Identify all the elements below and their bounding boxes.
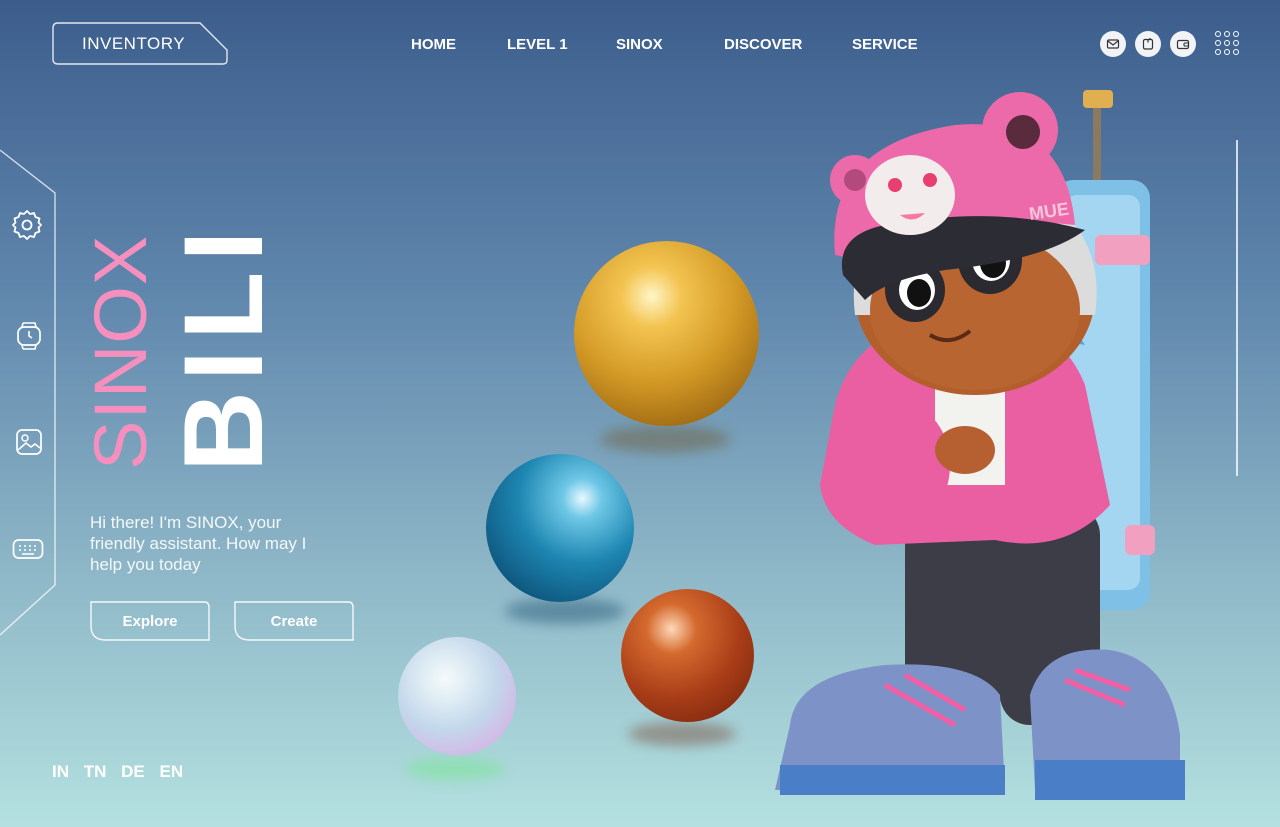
create-label: Create — [270, 613, 318, 630]
lang-tn[interactable]: TN — [84, 762, 107, 781]
pearl-sphere — [398, 637, 516, 755]
settings-icon[interactable] — [10, 208, 44, 247]
keyboard-icon[interactable] — [12, 537, 44, 566]
character-illustration: MUE — [765, 85, 1195, 810]
mail-icon[interactable] — [1100, 31, 1126, 57]
nav-discover[interactable]: DISCOVER — [724, 36, 802, 53]
sphere-shadow — [505, 598, 625, 624]
nav-level-1[interactable]: LEVEL 1 — [507, 36, 568, 53]
create-button[interactable]: Create — [234, 601, 354, 641]
explore-label: Explore — [122, 613, 178, 630]
language-switcher: IN TN DE EN — [52, 762, 193, 782]
scroll-indicator[interactable] — [1236, 140, 1238, 476]
calendar-icon[interactable] — [1135, 31, 1161, 57]
sphere-shadow — [600, 425, 730, 453]
intro-text: Hi there! I'm SINOX, your friendly assis… — [90, 513, 307, 574]
lang-in[interactable]: IN — [52, 762, 69, 781]
sphere-shadow — [628, 722, 736, 746]
blue-sphere — [486, 454, 634, 602]
gold-sphere — [574, 241, 759, 426]
watch-icon[interactable] — [15, 319, 43, 358]
wallet-icon[interactable] — [1170, 31, 1196, 57]
nav-service[interactable]: SERVICE — [852, 36, 918, 53]
lang-de[interactable]: DE — [121, 762, 145, 781]
nav-sinox[interactable]: SINOX — [616, 36, 663, 53]
sphere-shadow — [405, 758, 505, 780]
gallery-icon[interactable] — [15, 428, 43, 461]
nav-home[interactable]: HOME — [411, 36, 456, 53]
explore-button[interactable]: Explore — [90, 601, 210, 641]
main-nav: HOME LEVEL 1 SINOX DISCOVER SERVICE — [0, 36, 1280, 56]
hero-title-small: SINOX — [79, 234, 162, 470]
hero-title-big: BILI — [161, 220, 286, 472]
lang-en[interactable]: EN — [160, 762, 184, 781]
red-sphere — [621, 589, 754, 722]
apps-grid-icon[interactable] — [1215, 31, 1239, 55]
